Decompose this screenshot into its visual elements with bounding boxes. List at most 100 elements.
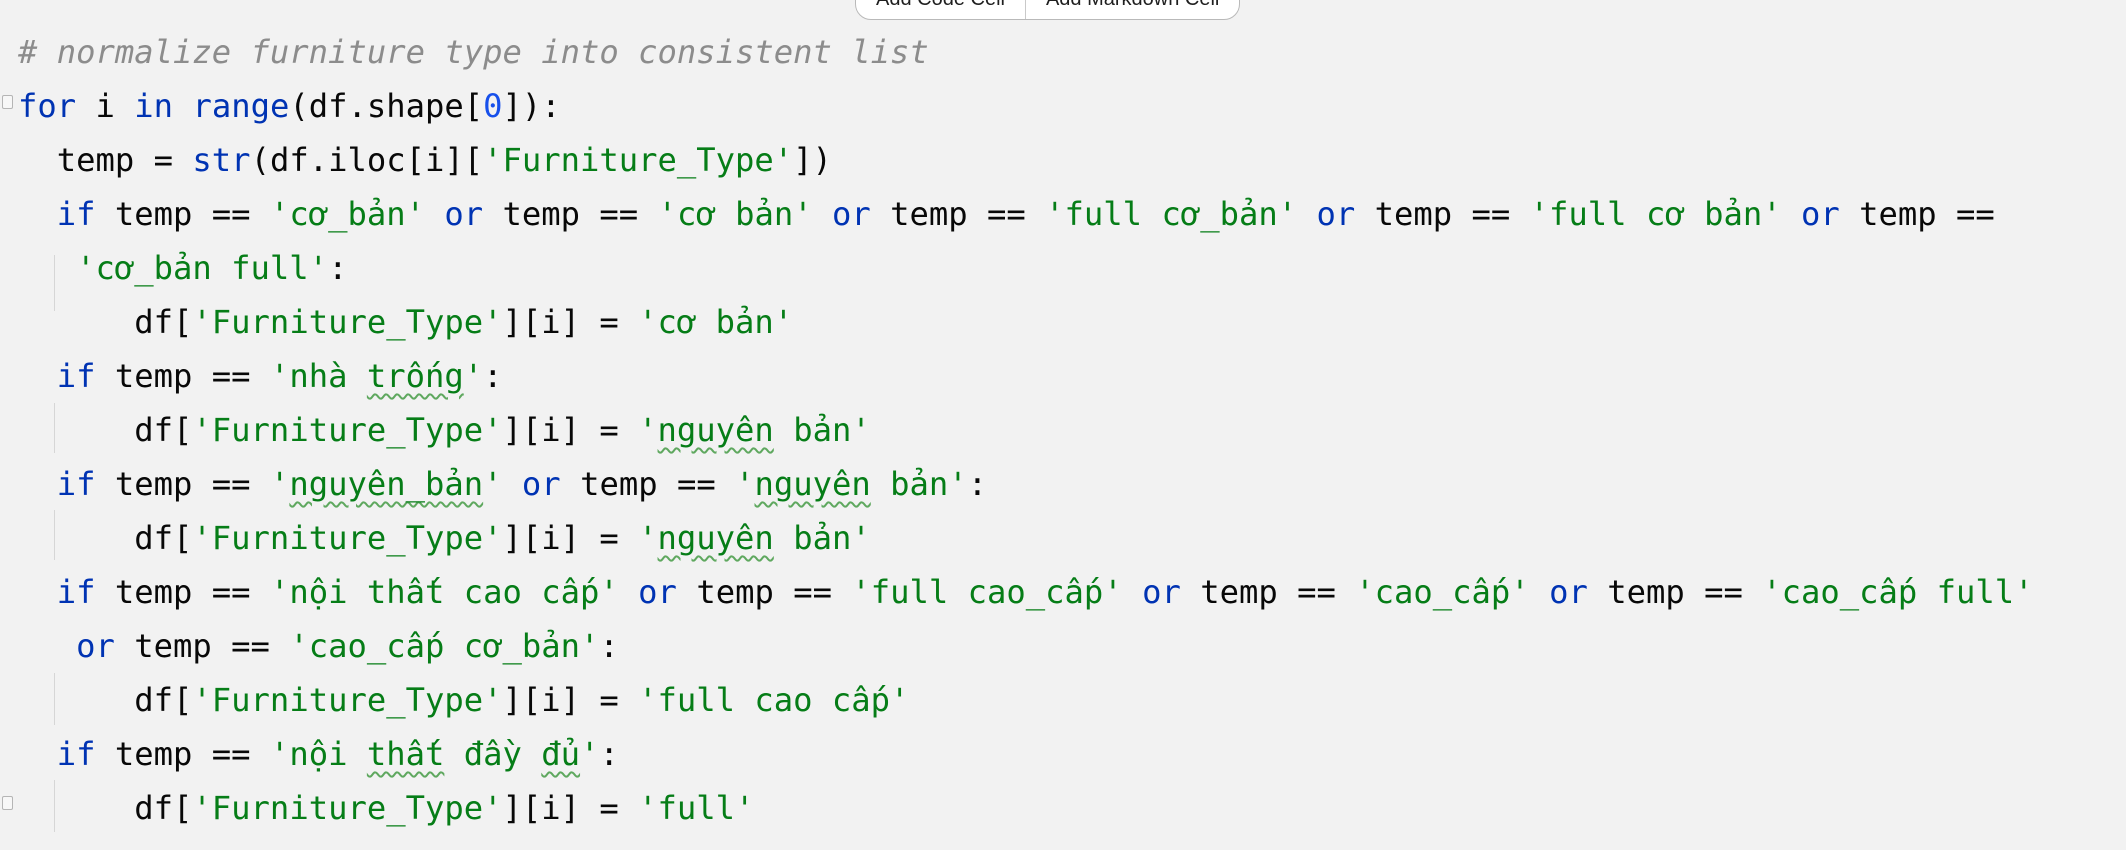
code-line-5: 'cơ_bản full':: [18, 246, 2034, 300]
string-literal: 'cơ_bản': [269, 195, 425, 233]
code-text: (df.iloc[i][: [250, 141, 484, 179]
keyword: if: [56, 573, 96, 611]
code-line-9: if temp == 'nguyên_bản' or temp == 'nguy…: [18, 462, 2034, 516]
string-literal: 'nhà trống': [269, 357, 484, 395]
code-text: ][i] =: [502, 681, 639, 719]
code-text: :: [483, 357, 503, 395]
string-literal: 'nguyên bản': [638, 411, 871, 449]
string-literal: 'Furniture_Type': [192, 519, 503, 557]
code-line-8: df['Furniture_Type'][i] = 'nguyên bản': [18, 408, 2034, 462]
code-text: temp =: [18, 141, 193, 179]
code-line-14: if temp == 'nội thất đầy đủ':: [18, 732, 2034, 786]
code-text: :: [967, 465, 988, 503]
keyword: if: [56, 465, 96, 503]
string-literal: 'full cơ bản': [1529, 195, 1782, 233]
string-literal: 'nguyên bản': [638, 519, 871, 557]
code-text: ]): [793, 141, 832, 179]
comment: # normalize furniture type into consiste…: [18, 33, 929, 71]
code-text: temp ==: [95, 573, 270, 611]
code-text: temp ==: [560, 465, 736, 503]
code-text: ][i] =: [502, 519, 639, 557]
string-literal: 'full cao cấp': [638, 681, 910, 719]
code-text: temp ==: [1587, 573, 1763, 611]
code-text: (df.shape[: [289, 87, 484, 125]
code-text: df[: [134, 519, 193, 557]
code-text: ][i] =: [502, 411, 639, 449]
string-literal: 'Furniture_Type': [192, 789, 503, 827]
string-literal: 'Furniture_Type': [483, 141, 794, 179]
code-text: temp ==: [95, 195, 270, 233]
code-line-7: if temp == 'nhà trống':: [18, 354, 2034, 408]
keyword: or: [1316, 195, 1356, 233]
code-text: df[: [134, 303, 193, 341]
code-line-13: df['Furniture_Type'][i] = 'full cao cấp': [18, 678, 2034, 732]
code-line-3: temp = str(df.iloc[i]['Furniture_Type']): [18, 138, 2034, 192]
number-literal: 0: [483, 87, 503, 125]
keyword: or: [76, 627, 115, 665]
code-text: temp ==: [1839, 195, 1995, 233]
string-literal: 'full': [638, 789, 755, 827]
add-code-cell-button[interactable]: Add Code Cell: [856, 0, 1025, 19]
add-markdown-cell-button[interactable]: Add Markdown Cell: [1026, 0, 1239, 19]
builtin: range: [192, 87, 290, 125]
keyword: or: [1549, 573, 1588, 611]
code-text: df[: [134, 411, 193, 449]
string-literal: 'nội thất cao cấp': [269, 573, 619, 611]
code-text: temp ==: [870, 195, 1046, 233]
keyword: if: [56, 357, 96, 395]
code-text: i: [76, 87, 135, 125]
code-text: :: [599, 627, 619, 665]
code-text: ]):: [502, 87, 561, 125]
builtin: str: [192, 141, 251, 179]
string-literal: 'nguyên_bản': [269, 465, 503, 503]
code-line-11: if temp == 'nội thất cao cấp' or temp ==…: [18, 570, 2034, 624]
code-line-4: if temp == 'cơ_bản' or temp == 'cơ bản' …: [18, 192, 2034, 246]
string-literal: 'cơ bản': [657, 195, 813, 233]
string-literal: 'Furniture_Type': [192, 411, 503, 449]
code-text: temp ==: [95, 735, 270, 773]
code-text: :: [599, 735, 619, 773]
string-literal: 'cơ_bản full': [76, 249, 329, 287]
keyword: or: [831, 195, 871, 233]
code-text: temp ==: [95, 357, 270, 395]
code-content: # normalize furniture type into consiste…: [18, 30, 2034, 840]
code-text: temp ==: [114, 627, 290, 665]
fold-end-icon[interactable]: [2, 796, 13, 810]
keyword: or: [1800, 195, 1840, 233]
code-text: temp ==: [483, 195, 658, 233]
string-literal: 'cao_cấp': [1355, 573, 1530, 611]
code-line-10: df['Furniture_Type'][i] = 'nguyên bản': [18, 516, 2034, 570]
code-line-2: for i in range(df.shape[0]):: [18, 84, 2034, 138]
string-literal: 'full cơ_bản': [1045, 195, 1298, 233]
code-line-6: df['Furniture_Type'][i] = 'cơ bản': [18, 300, 2034, 354]
code-text: temp ==: [1180, 573, 1356, 611]
code-line-1: # normalize furniture type into consiste…: [18, 30, 2034, 84]
keyword: or: [521, 465, 561, 503]
keyword: in: [134, 87, 174, 125]
code-text: temp ==: [1355, 195, 1530, 233]
code-text: :: [328, 249, 348, 287]
keyword: or: [444, 195, 484, 233]
code-text: df[: [134, 681, 193, 719]
string-literal: 'full cao_cấp': [851, 573, 1123, 611]
string-literal: 'cơ bản': [638, 303, 794, 341]
keyword: for: [18, 87, 77, 125]
string-literal: 'nguyên bản': [735, 465, 968, 503]
fold-start-icon[interactable]: [2, 95, 13, 109]
keyword: or: [638, 573, 677, 611]
code-text: temp ==: [676, 573, 852, 611]
code-text: ][i] =: [502, 789, 639, 827]
string-literal: 'cao_cấp full': [1762, 573, 2034, 611]
code-text: df[: [134, 789, 193, 827]
code-line-12: or temp == 'cao_cấp cơ_bản':: [18, 624, 2034, 678]
string-literal: 'nội thất đầy đủ': [269, 735, 600, 773]
code-text: temp ==: [95, 465, 270, 503]
keyword: if: [56, 195, 96, 233]
keyword: if: [56, 735, 96, 773]
code-line-15: df['Furniture_Type'][i] = 'full': [18, 786, 2034, 840]
code-text: ][i] =: [502, 303, 639, 341]
code-editor[interactable]: # normalize furniture type into consiste…: [0, 0, 2126, 850]
cell-toolbar: Add Code Cell Add Markdown Cell: [855, 0, 1241, 20]
keyword: or: [1142, 573, 1181, 611]
